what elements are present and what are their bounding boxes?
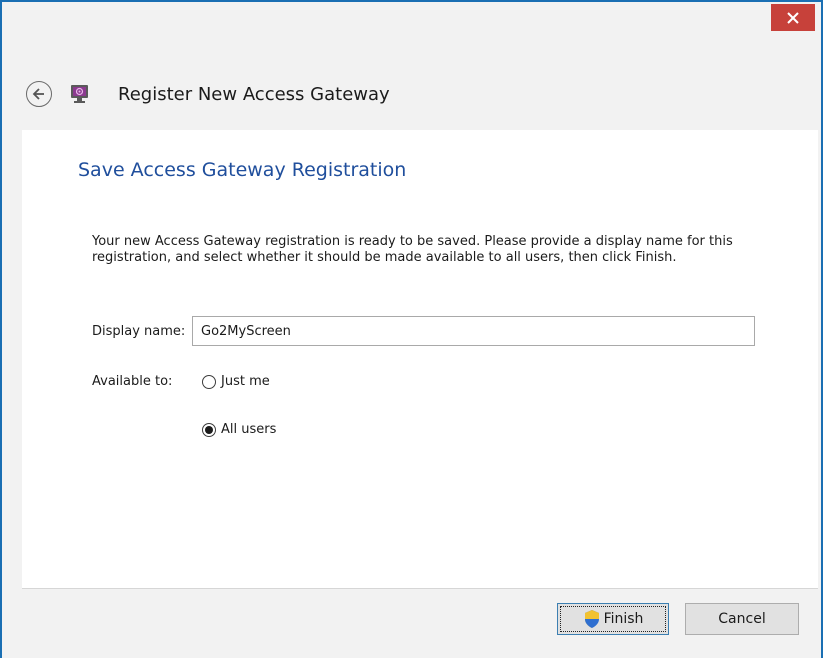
radio-selected-dot	[205, 425, 213, 434]
wizard-title: Register New Access Gateway	[118, 83, 390, 105]
wizard-header: Register New Access Gateway	[26, 76, 390, 112]
finish-label: Finish	[603, 611, 644, 627]
cancel-label: Cancel	[718, 611, 766, 627]
radio-just-me[interactable]: Just me	[202, 374, 270, 389]
uac-shield-icon	[584, 610, 599, 628]
radio-label-just-me: Just me	[221, 374, 270, 389]
back-button[interactable]	[26, 81, 52, 107]
page-description: Your new Access Gateway registration is …	[92, 234, 733, 265]
display-name-label: Display name:	[92, 323, 186, 339]
display-name-row: Display name:	[92, 316, 755, 346]
finish-button[interactable]: Finish	[557, 603, 669, 635]
radio-all-users[interactable]: All users	[202, 422, 276, 437]
wizard-content-panel: Save Access Gateway Registration Your ne…	[22, 130, 818, 588]
close-icon	[787, 11, 799, 24]
access-gateway-icon	[71, 85, 88, 103]
all-users-row: All users	[202, 422, 276, 437]
display-name-input[interactable]	[192, 316, 755, 346]
close-button[interactable]	[771, 4, 815, 31]
available-to-label: Available to:	[92, 374, 173, 389]
radio-label-all-users: All users	[221, 422, 277, 437]
radio-circle-selected[interactable]	[202, 422, 216, 437]
cancel-button[interactable]: Cancel	[685, 603, 799, 635]
back-arrow-icon	[32, 88, 44, 100]
footer-divider	[22, 588, 818, 589]
page-title: Save Access Gateway Registration	[78, 159, 407, 181]
radio-circle[interactable]	[202, 374, 216, 389]
available-to-row: Available to: Just me	[92, 374, 270, 389]
